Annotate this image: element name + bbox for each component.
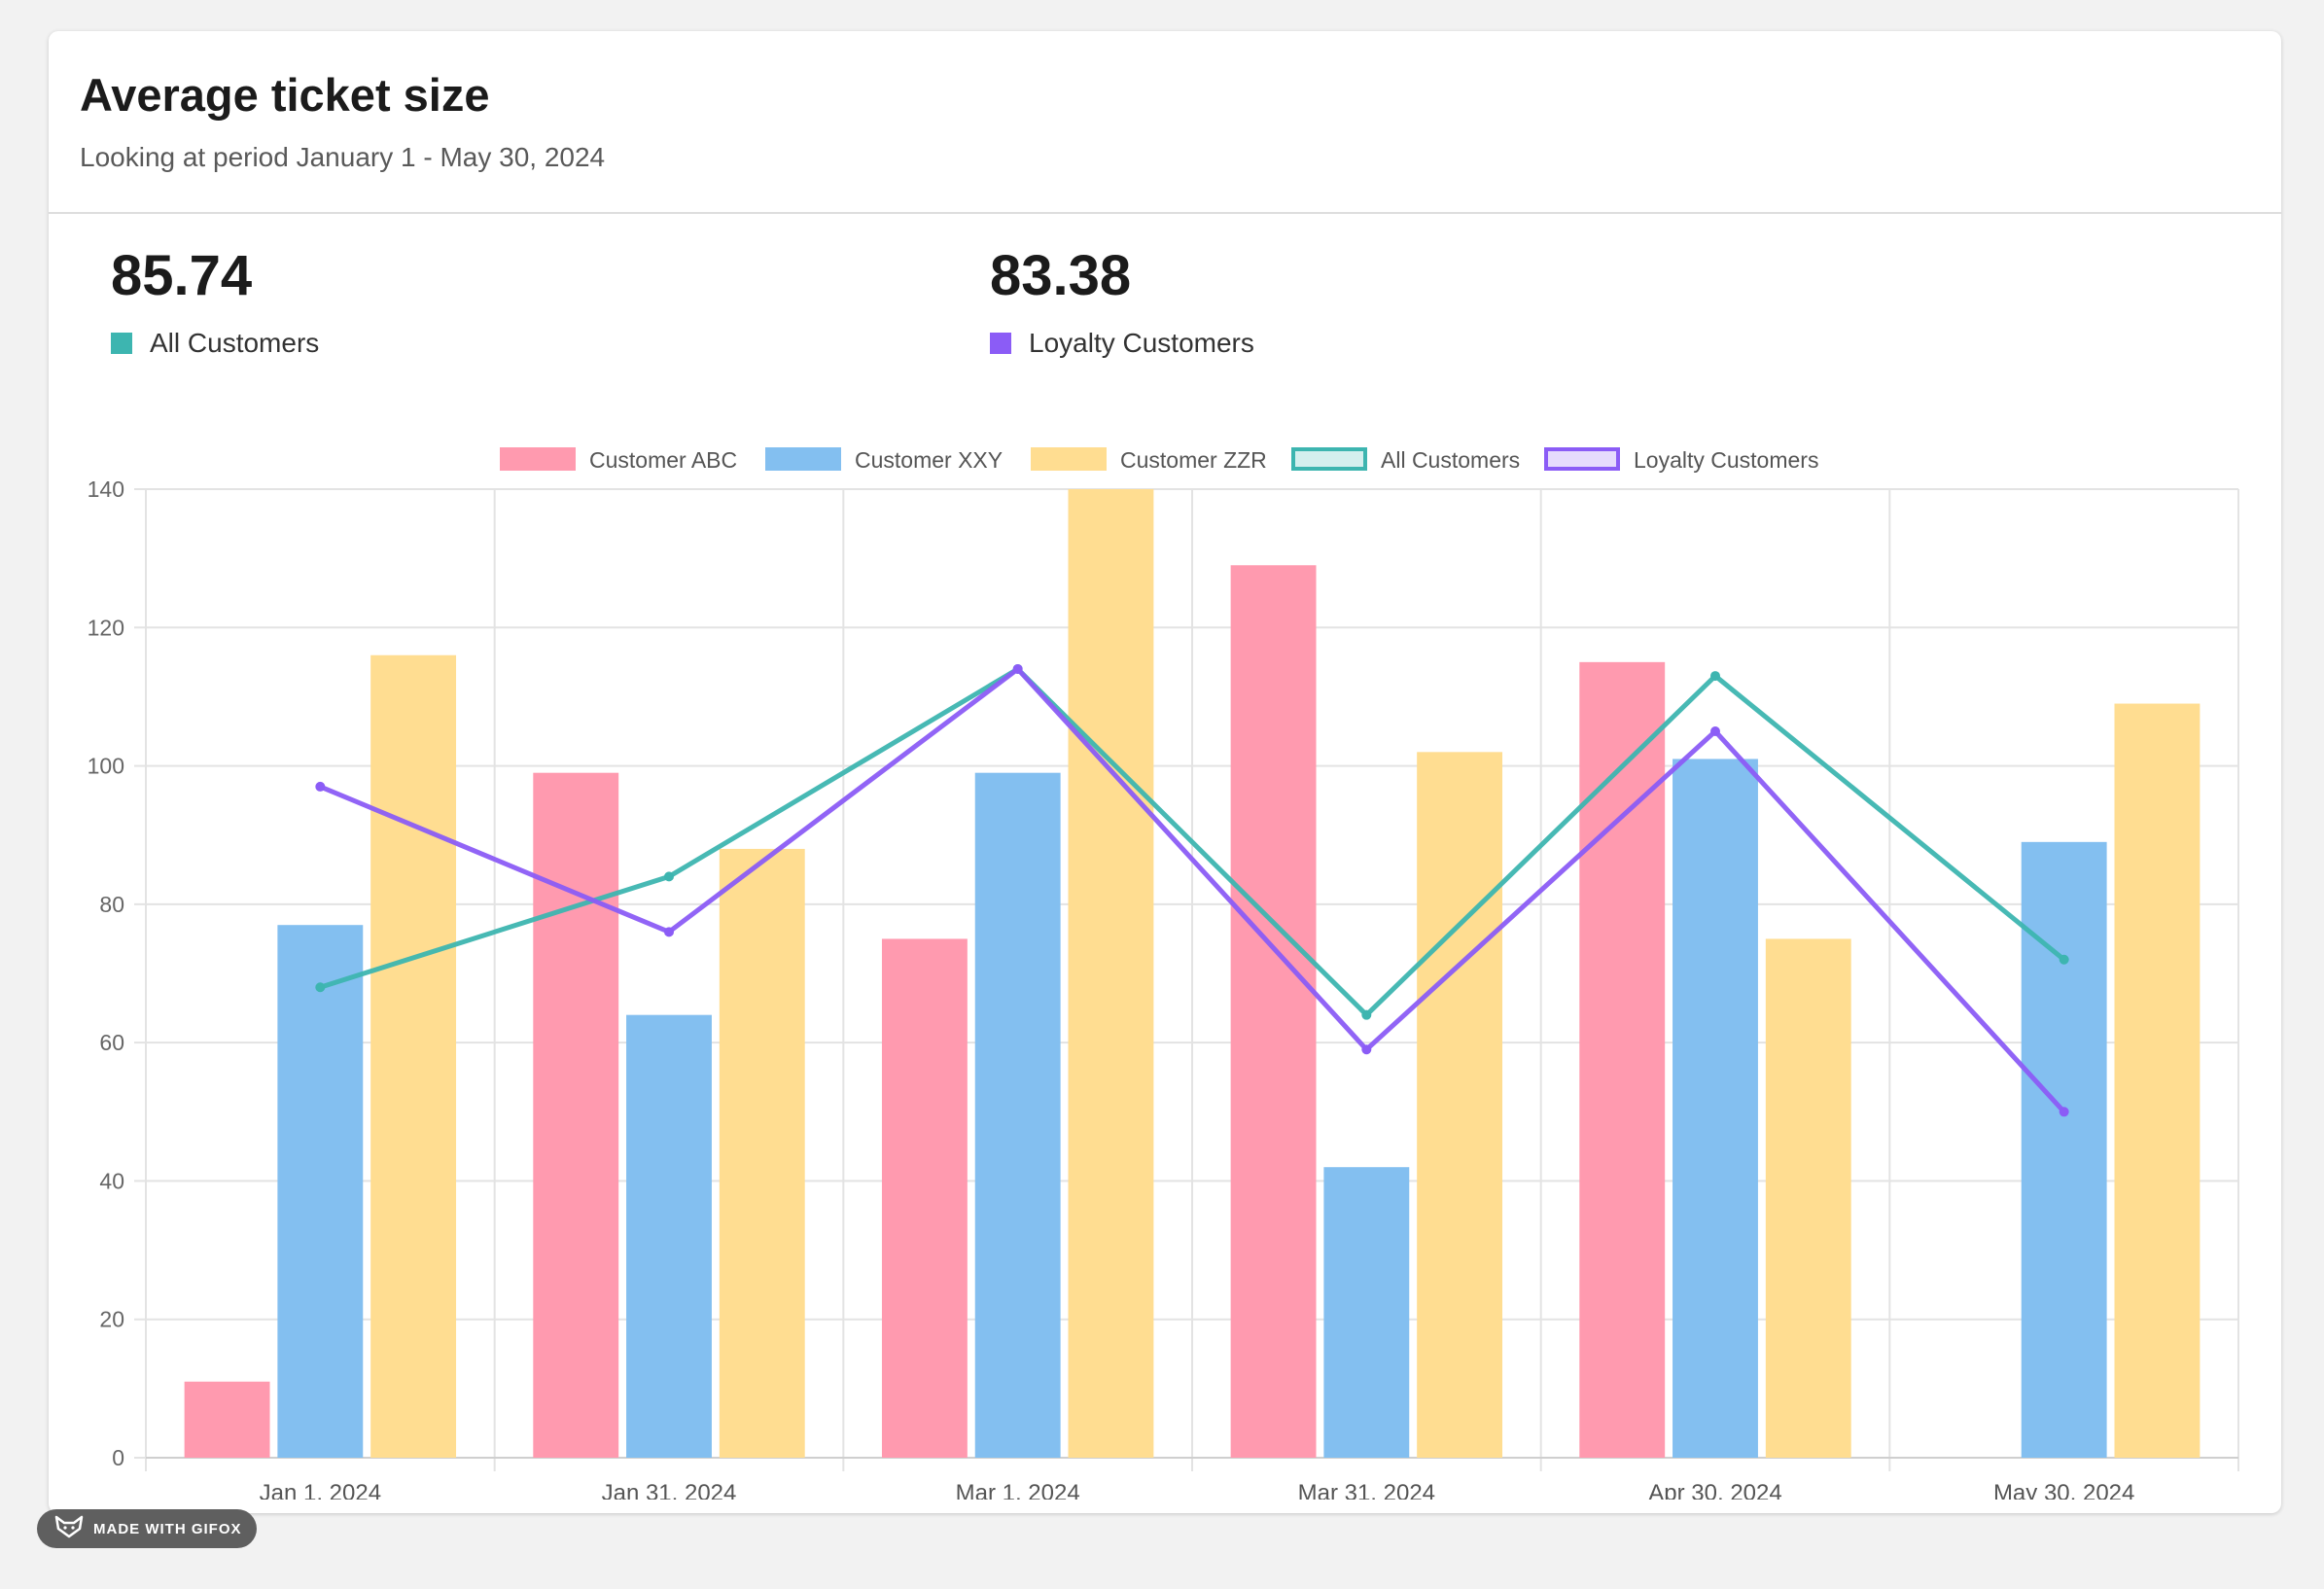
bar [1230, 565, 1317, 1458]
bar [184, 1381, 270, 1458]
bar [370, 654, 457, 1458]
line-point [2059, 954, 2069, 965]
y-tick-label: 100 [88, 754, 124, 779]
fox-icon [54, 1515, 84, 1542]
line-point [315, 982, 326, 993]
kpi-all-customers: 85.74 All Customers [111, 243, 319, 359]
legend-swatch [1544, 447, 1620, 471]
line-point [1361, 1009, 1372, 1020]
page-title: Average ticket size [80, 69, 490, 121]
y-tick-label: 20 [99, 1307, 124, 1332]
line-point [1710, 726, 1720, 736]
bar [1673, 759, 1758, 1458]
bar [881, 938, 968, 1458]
x-tick-label: May 30, 2024 [1993, 1480, 2134, 1500]
legend-label: Loyalty Customers [1634, 447, 1818, 473]
bar [1068, 489, 1154, 1458]
kpi-label: Loyalty Customers [1029, 328, 1254, 358]
bar [1323, 1167, 1410, 1458]
legend-item: All Customers [1291, 447, 1520, 473]
legend-swatch [500, 447, 576, 471]
x-tick-label: Mar 31, 2024 [1298, 1480, 1435, 1500]
legend-swatch [1031, 447, 1107, 471]
card-header: Average ticket size Looking at period Ja… [49, 31, 2281, 214]
bar [1579, 661, 1666, 1458]
line-point [664, 927, 674, 937]
y-tick-label: 80 [99, 892, 124, 917]
line-point [1710, 671, 1720, 682]
kpi-value: 83.38 [990, 244, 1132, 307]
bar [1765, 938, 1851, 1458]
bar [626, 1014, 712, 1458]
legend-item: Loyalty Customers [1544, 447, 1818, 473]
bar [974, 772, 1061, 1458]
x-tick-label: Mar 1, 2024 [956, 1480, 1080, 1500]
gifox-text: MADE WITH GIFOX [93, 1520, 242, 1537]
chart-card: Average ticket size Looking at period Ja… [49, 31, 2281, 1513]
legend-label: Customer ZZR [1120, 447, 1267, 473]
y-tick-label: 60 [99, 1030, 124, 1055]
line-point [664, 871, 674, 882]
kpi-value: 85.74 [111, 244, 253, 307]
kpi-swatch [990, 333, 1011, 354]
period-subtitle: Looking at period January 1 - May 30, 20… [80, 142, 606, 172]
y-tick-label: 0 [112, 1445, 124, 1470]
x-tick-label: Jan 31, 2024 [602, 1480, 737, 1500]
kpi-label: All Customers [150, 328, 320, 358]
legend-item: Customer XXY [765, 447, 1003, 473]
legend-swatch [1291, 447, 1367, 471]
x-tick-label: Apr 30, 2024 [1648, 1480, 1781, 1500]
kpi-swatch [111, 333, 132, 354]
legend-label: Customer XXY [855, 447, 1003, 473]
legend-label: Customer ABC [589, 447, 737, 473]
bar [277, 925, 364, 1458]
y-tick-label: 140 [88, 477, 124, 502]
y-tick-label: 120 [88, 615, 124, 640]
combo-chart: Customer ABC Customer XXY Customer ZZR All … [88, 447, 2239, 1500]
line-point [1012, 663, 1023, 674]
bar [2114, 703, 2201, 1458]
x-tick-label: Jan 1, 2024 [260, 1480, 381, 1500]
line-point [1361, 1044, 1372, 1055]
y-tick-label: 40 [99, 1168, 124, 1193]
legend-swatch [765, 447, 841, 471]
legend-label: All Customers [1381, 447, 1520, 473]
chart-legend: Customer ABC Customer XXY Customer ZZR All … [500, 447, 1818, 473]
legend-item: Customer ZZR [1031, 447, 1267, 473]
gifox-badge: MADE WITH GIFOX [37, 1509, 257, 1548]
bar [1417, 752, 1503, 1458]
bar [533, 772, 619, 1458]
bar [719, 848, 805, 1458]
kpi-loyalty-customers: 83.38 Loyalty Customers [990, 243, 1254, 359]
line-point [2059, 1107, 2069, 1117]
legend-item: Customer ABC [500, 447, 737, 473]
kpi-label-row: All Customers [111, 328, 319, 359]
line-point [315, 781, 326, 792]
kpi-label-row: Loyalty Customers [990, 328, 1254, 359]
